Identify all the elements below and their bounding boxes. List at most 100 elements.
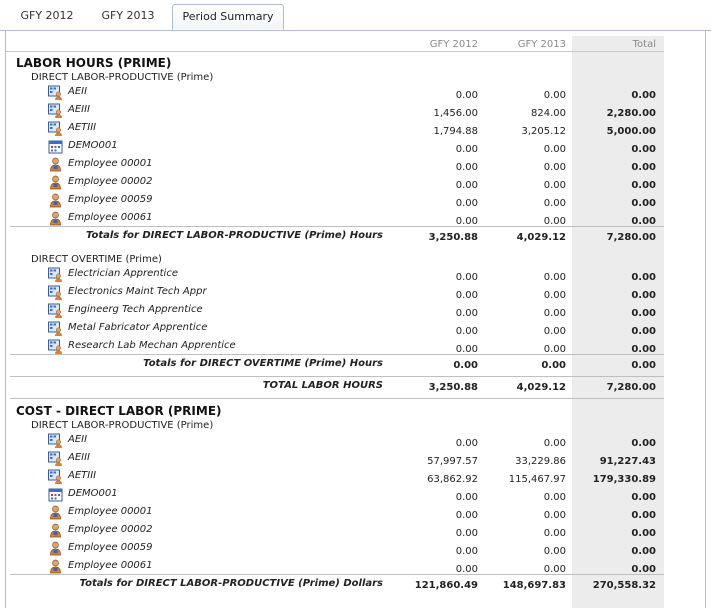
line-item-name: Employee 00001 — [68, 158, 153, 169]
value-total: 0.00 — [631, 180, 656, 191]
group-divider — [10, 226, 664, 227]
line-item-name: AETIII — [68, 470, 97, 481]
calendar-icon — [48, 487, 63, 502]
value-gfy-2012: 63,862.92 — [427, 474, 478, 485]
line-item-name: Metal Fabricator Apprentice — [68, 322, 208, 333]
group-total-total: 270,558.32 — [592, 580, 656, 591]
group-total-label: Totals for DIRECT LABOR-PRODUCTIVE (Prim… — [79, 578, 383, 589]
calendar-icon — [48, 139, 63, 154]
value-gfy-2013: 3,205.12 — [521, 126, 566, 137]
line-item-name: Employee 00002 — [68, 524, 153, 535]
value-total: 0.00 — [631, 546, 656, 557]
value-total: 0.00 — [631, 290, 656, 301]
value-total: 2,280.00 — [606, 108, 656, 119]
value-gfy-2012: 0.00 — [455, 162, 478, 173]
value-total: 0.00 — [631, 492, 656, 503]
value-gfy-2012: 0.00 — [455, 528, 478, 539]
line-item-name: AEIII — [68, 452, 91, 463]
group-total-gfy-2012: 121,860.49 — [414, 580, 478, 591]
group-divider — [10, 574, 664, 575]
group-icon — [48, 285, 63, 300]
value-total: 0.00 — [631, 144, 656, 155]
group-total-gfy-2013: 0.00 — [541, 360, 566, 371]
value-gfy-2013: 824.00 — [531, 108, 566, 119]
tab-period-summary[interactable]: Period Summary — [172, 4, 284, 30]
group-total-label: Totals for DIRECT OVERTIME (Prime) Hours — [143, 358, 383, 369]
value-gfy-2013: 33,229.86 — [515, 456, 566, 467]
group-total-total: 0.00 — [631, 360, 656, 371]
person-icon — [48, 505, 63, 520]
section-title: COST - DIRECT LABOR (PRIME) — [16, 404, 222, 418]
line-item-name: Electrician Apprentice — [68, 268, 178, 279]
group-icon — [48, 267, 63, 282]
value-total: 0.00 — [631, 510, 656, 521]
line-item-name: DEMO001 — [68, 140, 118, 151]
value-gfy-2013: 0.00 — [543, 438, 566, 449]
group-title: DIRECT LABOR-PRODUCTIVE (Prime) — [31, 420, 214, 431]
line-item-name: AEIII — [68, 104, 91, 115]
line-item-name: Employee 00061 — [68, 212, 153, 223]
grand-total-divider — [10, 376, 664, 377]
line-item-name: Research Lab Mechan Apprentice — [68, 340, 236, 351]
group-total-label: Totals for DIRECT LABOR-PRODUCTIVE (Prim… — [85, 230, 383, 241]
tab-bar: GFY 2012 GFY 2013 Period Summary — [0, 0, 711, 31]
value-gfy-2013: 0.00 — [543, 144, 566, 155]
line-item-name: Engineerg Tech Apprentice — [68, 304, 203, 315]
tab-gfy-2013[interactable]: GFY 2013 — [86, 4, 170, 28]
grand-total-gfy-2013: 4,029.12 — [516, 382, 566, 393]
person-icon — [48, 193, 63, 208]
group-total-gfy-2013: 4,029.12 — [516, 232, 566, 243]
value-gfy-2013: 0.00 — [543, 510, 566, 521]
line-item-name: Employee 00059 — [68, 542, 153, 553]
person-icon — [48, 559, 63, 574]
value-gfy-2013: 0.00 — [543, 326, 566, 337]
value-gfy-2012: 0.00 — [455, 198, 478, 209]
value-gfy-2012: 0.00 — [455, 180, 478, 191]
person-icon — [48, 157, 63, 172]
person-icon — [48, 541, 63, 556]
group-icon — [48, 321, 63, 336]
line-item-name: DEMO001 — [68, 488, 118, 499]
group-title: DIRECT LABOR-PRODUCTIVE (Prime) — [31, 72, 214, 83]
value-gfy-2013: 0.00 — [543, 546, 566, 557]
section-title: LABOR HOURS (PRIME) — [16, 56, 172, 70]
value-gfy-2012: 0.00 — [455, 326, 478, 337]
group-total-gfy-2013: 148,697.83 — [502, 580, 566, 591]
value-total: 0.00 — [631, 438, 656, 449]
person-icon — [48, 175, 63, 190]
value-total: 5,000.00 — [606, 126, 656, 137]
group-divider — [10, 354, 664, 355]
total-column-shading — [572, 36, 664, 608]
tab-gfy-2012[interactable]: GFY 2012 — [0, 4, 94, 28]
value-gfy-2012: 1,456.00 — [433, 108, 478, 119]
column-header-gfy-2012: GFY 2012 — [429, 39, 478, 50]
person-icon — [48, 211, 63, 226]
value-gfy-2013: 0.00 — [543, 90, 566, 101]
value-gfy-2013: 0.00 — [543, 162, 566, 173]
group-icon — [48, 469, 63, 484]
value-gfy-2012: 57,997.57 — [427, 456, 478, 467]
line-item-name: Employee 00002 — [68, 176, 153, 187]
line-item-name: AETIII — [68, 122, 97, 133]
group-total-gfy-2012: 0.00 — [453, 360, 478, 371]
value-gfy-2013: 0.00 — [543, 308, 566, 319]
value-total: 0.00 — [631, 326, 656, 337]
value-total: 0.00 — [631, 308, 656, 319]
value-gfy-2012: 0.00 — [455, 492, 478, 503]
value-gfy-2012: 0.00 — [455, 510, 478, 521]
column-header-gfy-2013: GFY 2013 — [517, 39, 566, 50]
value-gfy-2012: 1,794.88 — [433, 126, 478, 137]
group-icon — [48, 303, 63, 318]
value-total: 0.00 — [631, 528, 656, 539]
value-gfy-2012: 0.00 — [455, 290, 478, 301]
grand-total-label: TOTAL LABOR HOURS — [262, 380, 383, 391]
value-total: 0.00 — [631, 162, 656, 173]
value-total: 0.00 — [631, 272, 656, 283]
value-gfy-2013: 0.00 — [543, 198, 566, 209]
value-gfy-2012: 0.00 — [455, 308, 478, 319]
group-icon — [48, 121, 63, 136]
group-icon — [48, 85, 63, 100]
line-item-name: Employee 00061 — [68, 560, 153, 571]
value-gfy-2012: 0.00 — [455, 90, 478, 101]
group-icon — [48, 433, 63, 448]
